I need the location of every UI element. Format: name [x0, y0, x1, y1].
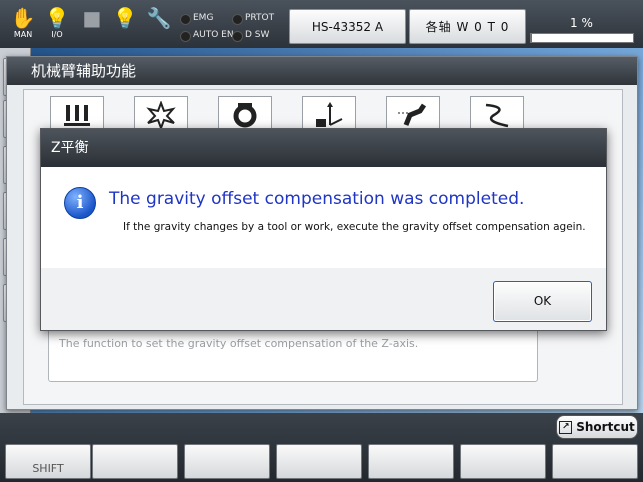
speed-percent: 1 % — [570, 16, 593, 30]
lamp-indicator: 💡 — [110, 6, 140, 42]
fkey-5[interactable] — [368, 444, 454, 479]
bulb-icon: 💡 — [44, 6, 70, 30]
prtot-lamp — [232, 14, 243, 25]
fkey-6[interactable] — [460, 444, 546, 479]
function-description: The function to set the gravity offset c… — [59, 337, 419, 350]
job-name-button[interactable]: HS-43352 A — [289, 9, 406, 44]
fkey-3[interactable] — [184, 444, 270, 479]
io-indicator[interactable]: 💡 I/O — [42, 6, 72, 42]
io-label: I/O — [51, 30, 63, 39]
dialog-body: i The gravity offset compensation was co… — [41, 167, 606, 268]
ok-button[interactable]: OK — [493, 281, 592, 322]
light-bulb-icon: 💡 — [112, 6, 138, 30]
speed-progress-fill — [531, 34, 533, 42]
shortcut-icon: ↗ — [559, 420, 573, 434]
function-description-box: The function to set the gravity offset c… — [48, 328, 538, 382]
auto-en-lamp — [180, 31, 191, 42]
assist-window-title: 机械臂辅助功能 — [7, 57, 637, 85]
manual-mode-indicator[interactable]: ✋ MAN — [8, 6, 38, 42]
z-balance-dialog: Z平衡 i The gravity offset compensation wa… — [40, 128, 607, 331]
tool-indicator[interactable]: 🔧 — [144, 6, 174, 42]
shortcut-button[interactable]: ↗ Shortcut — [556, 415, 638, 439]
dialog-message: The gravity offset compensation was comp… — [109, 189, 525, 209]
fkey-7[interactable] — [552, 444, 638, 479]
emg-label: EMG — [193, 13, 214, 23]
hand-icon: ✋ — [10, 6, 36, 30]
fkey-shift[interactable]: SHIFT — [5, 444, 91, 479]
fkey-2[interactable] — [92, 444, 178, 479]
square-icon: ■ — [82, 6, 102, 30]
emg-lamp — [180, 14, 191, 25]
auto-en-label: AUTO EN — [193, 30, 234, 40]
shortcut-label: Shortcut — [576, 420, 635, 434]
dialog-title: Z平衡 — [41, 129, 606, 167]
speed-progress-bar — [530, 33, 634, 43]
wrench-icon: 🔧 — [146, 6, 172, 30]
info-icon: i — [64, 187, 96, 219]
dsw-lamp — [232, 31, 243, 42]
prtot-label: PRTOT — [245, 13, 275, 23]
stop-indicator: ■ — [77, 6, 107, 42]
fkey-4[interactable] — [276, 444, 362, 479]
axis-mode-button[interactable]: 各轴 W 0 T 0 — [409, 9, 526, 44]
man-label: MAN — [13, 30, 33, 39]
dialog-detail: If the gravity changes by a tool or work… — [123, 221, 586, 233]
status-bar: ✋ MAN 💡 I/O ■ 💡 🔧 EMG PRTOT AUTO EN D SW… — [0, 0, 643, 49]
dsw-label: D SW — [245, 30, 270, 40]
